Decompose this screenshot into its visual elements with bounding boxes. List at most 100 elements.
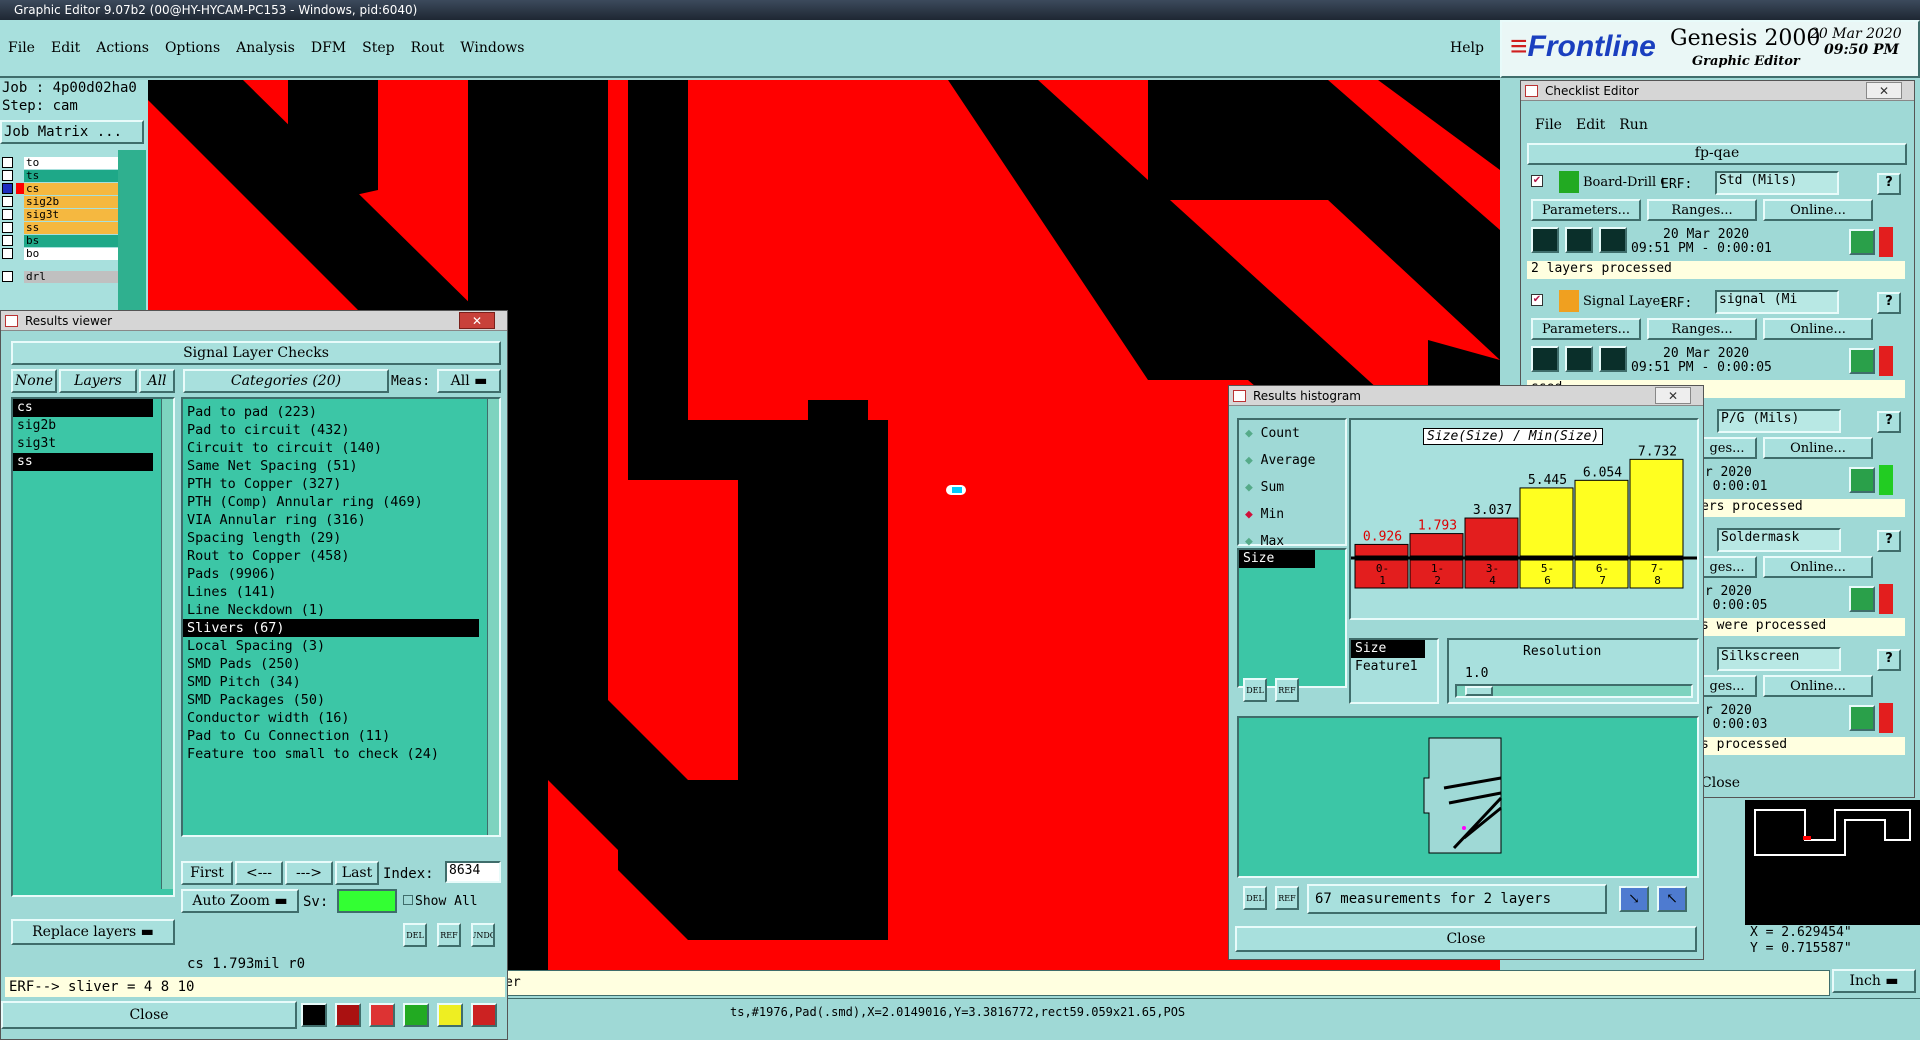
zoom-in-icon[interactable]: ↘ <box>1619 886 1649 912</box>
layer-checkbox[interactable] <box>2 209 13 220</box>
layers-button[interactable]: Layers <box>59 369 137 393</box>
menu-actions[interactable]: Actions <box>96 40 149 56</box>
layer-result-item[interactable]: sig2b <box>13 417 153 435</box>
layer-row[interactable]: sig2b <box>0 195 118 208</box>
help-icon[interactable]: ? <box>1877 292 1901 314</box>
histogram-close-button[interactable]: Close <box>1235 926 1697 952</box>
category-item[interactable]: Slivers (67) <box>183 619 479 637</box>
help-icon[interactable]: ? <box>1877 173 1901 195</box>
categories-list[interactable]: Pad to pad (223) Pad to circuit (432) Circ… <box>181 397 501 837</box>
layer-row[interactable]: ss <box>0 221 118 234</box>
next-button[interactable]: ---> <box>285 861 333 885</box>
layer-row[interactable]: cs <box>0 182 118 195</box>
attribute-item[interactable]: Size <box>1351 640 1425 658</box>
category-item[interactable]: Pad to pad (223) <box>183 403 479 421</box>
category-item[interactable]: Spacing length (29) <box>183 529 479 547</box>
crossed-icon[interactable] <box>369 1003 395 1027</box>
ranges-button[interactable]: ges... <box>1697 437 1757 459</box>
erf-field[interactable]: Std (Mils) <box>1715 171 1839 195</box>
layer-row[interactable]: bo <box>0 247 118 260</box>
checklist-menu-edit[interactable]: Edit <box>1576 117 1605 133</box>
layer-checkbox[interactable] <box>2 235 13 246</box>
menu-options[interactable]: Options <box>165 40 220 56</box>
hist-del-button[interactable]: DEL <box>1243 678 1267 702</box>
layer-row[interactable]: bs <box>0 234 118 247</box>
layer-list-scroll[interactable] <box>161 399 173 889</box>
run-icon[interactable] <box>1565 346 1593 372</box>
histogram-bar[interactable] <box>1574 479 1629 557</box>
option-count[interactable]: ◆ Count <box>1239 420 1345 447</box>
layer-result-item[interactable]: cs <box>13 399 153 417</box>
checklist-close-icon[interactable]: ✕ <box>1866 82 1902 99</box>
categories-button[interactable]: Categories (20) <box>183 369 389 393</box>
parameters-button[interactable]: Parameters... <box>1531 318 1641 340</box>
probe-icon[interactable] <box>301 1003 327 1027</box>
check-name[interactable]: Board-Drill Che <box>1583 175 1663 190</box>
attribute-list[interactable]: Size Feature1 <box>1349 638 1439 704</box>
zoom-icon[interactable] <box>1849 229 1875 255</box>
option-sum[interactable]: ◆ Sum <box>1239 474 1345 501</box>
category-item[interactable]: Line Neckdown (1) <box>183 601 479 619</box>
run-icon[interactable] <box>1565 227 1593 253</box>
histogram-close-icon[interactable]: ✕ <box>1655 387 1691 404</box>
last-button[interactable]: Last <box>335 861 379 885</box>
layer-row[interactable]: to <box>0 156 118 169</box>
run-icon[interactable] <box>1599 346 1627 372</box>
layer-results-list[interactable]: cs sig2b sig3t ss <box>11 397 175 897</box>
category-item[interactable]: Same Net Spacing (51) <box>183 457 479 475</box>
cat-list-scroll[interactable] <box>487 399 499 835</box>
ranges-button[interactable]: Ranges... <box>1647 199 1757 221</box>
first-button[interactable]: First <box>181 861 233 885</box>
online-button[interactable]: Online... <box>1763 675 1873 697</box>
category-item[interactable]: Circuit to circuit (140) <box>183 439 479 457</box>
option-average[interactable]: ◆ Average <box>1239 447 1345 474</box>
menu-windows[interactable]: Windows <box>460 40 524 56</box>
menu-analysis[interactable]: Analysis <box>236 40 295 56</box>
online-button[interactable]: Online... <box>1763 199 1873 221</box>
category-item[interactable]: SMD Pads (250) <box>183 655 479 673</box>
ranges-button[interactable]: ges... <box>1697 675 1757 697</box>
hist-ref-button[interactable]: REF <box>1275 678 1299 702</box>
prev-button[interactable]: <--- <box>235 861 283 885</box>
layer-checkbox[interactable] <box>2 248 13 259</box>
index-input[interactable]: 8634 <box>445 861 501 883</box>
help-icon[interactable]: ? <box>1877 649 1901 671</box>
replace-layers-dropdown[interactable]: Replace layers ▬ <box>11 919 175 945</box>
zoom-icon[interactable] <box>1849 348 1875 374</box>
green-tool-icon[interactable] <box>403 1003 429 1027</box>
option-min[interactable]: ◆ Min <box>1239 501 1345 528</box>
category-item[interactable]: SMD Packages (50) <box>183 691 479 709</box>
checklist-close-button[interactable]: Close <box>1701 775 1740 791</box>
menu-step[interactable]: Step <box>362 40 394 56</box>
run-icon[interactable] <box>1531 227 1559 253</box>
check-name[interactable]: Signal Layer Ch <box>1583 294 1663 309</box>
sv-color-select[interactable] <box>337 889 397 913</box>
category-item[interactable]: VIA Annular ring (316) <box>183 511 479 529</box>
category-item[interactable]: Rout to Copper (458) <box>183 547 479 565</box>
units-dropdown[interactable]: Inch ▬ <box>1832 969 1916 993</box>
layer-scroll[interactable] <box>118 150 146 310</box>
resolution-slider[interactable] <box>1455 684 1693 698</box>
stop-icon[interactable] <box>335 1003 361 1027</box>
ranges-button[interactable]: ges... <box>1697 556 1757 578</box>
thumb-ref-button[interactable]: REF <box>1275 886 1299 910</box>
meas-dropdown[interactable]: All ▬ <box>437 369 501 393</box>
ranges-button[interactable]: Ranges... <box>1647 318 1757 340</box>
online-button[interactable]: Online... <box>1763 437 1873 459</box>
erf-field[interactable]: signal (Mi <box>1715 290 1839 314</box>
layer-checkbox[interactable] <box>2 222 13 233</box>
all-layers-button[interactable]: All <box>139 369 175 393</box>
layer-result-item[interactable]: sig3t <box>13 435 153 453</box>
ref-button[interactable]: REF <box>437 923 461 947</box>
menu-file[interactable]: File <box>8 40 35 56</box>
mini-canvas[interactable] <box>1745 800 1920 925</box>
checklist-menu-file[interactable]: File <box>1535 117 1562 133</box>
autozoom-dropdown[interactable]: Auto Zoom ▬ <box>181 889 299 913</box>
category-item[interactable]: SMD Pitch (34) <box>183 673 479 691</box>
field-item[interactable]: Size <box>1239 550 1315 568</box>
run-icon[interactable] <box>1531 346 1559 372</box>
help-icon[interactable]: ? <box>1877 411 1901 433</box>
category-item[interactable]: Local Spacing (3) <box>183 637 479 655</box>
erf-field[interactable]: Silkscreen <box>1717 647 1841 671</box>
layer-checkbox[interactable] <box>2 183 13 194</box>
